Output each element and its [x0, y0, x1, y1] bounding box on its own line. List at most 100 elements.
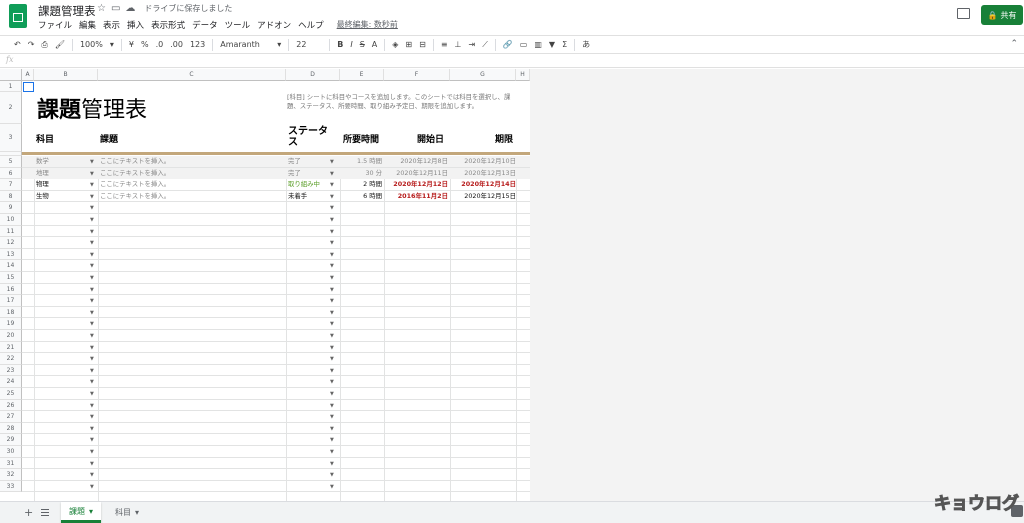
cell-subject[interactable]: 数学: [36, 156, 49, 167]
subject-dropdown-icon[interactable]: ▼: [90, 414, 94, 420]
status-dropdown-icon[interactable]: ▼: [330, 437, 334, 443]
row-header[interactable]: 12: [0, 237, 22, 249]
subject-dropdown-icon[interactable]: ▼: [90, 426, 94, 432]
insert-link-icon[interactable]: 🔗: [503, 40, 513, 49]
strikethrough-button[interactable]: S: [360, 40, 365, 49]
tab-subjects[interactable]: 科目 ▾: [107, 502, 147, 523]
cell-status[interactable]: 完了: [288, 168, 301, 179]
menu-insert[interactable]: 挿入: [127, 19, 151, 31]
sheets-logo-icon[interactable]: [9, 4, 27, 28]
subject-dropdown-icon[interactable]: ▼: [90, 345, 94, 351]
italic-button[interactable]: I: [350, 40, 352, 49]
subject-dropdown-icon[interactable]: ▼: [90, 484, 94, 490]
insert-chart-icon[interactable]: ▥: [534, 40, 542, 49]
zoom-select[interactable]: 100%: [80, 40, 103, 49]
chevron-down-icon[interactable]: ▾: [277, 40, 281, 49]
status-dropdown-icon[interactable]: ▼: [330, 368, 334, 374]
selected-cell-a1[interactable]: [23, 82, 34, 92]
menu-file[interactable]: ファイル: [38, 19, 79, 31]
row-header[interactable]: 16: [0, 283, 22, 296]
status-dropdown-icon[interactable]: ▼: [330, 345, 334, 351]
cell-start[interactable]: 2016年11月2日: [384, 191, 448, 202]
column-header-e[interactable]: E: [340, 69, 384, 81]
status-dropdown-icon[interactable]: ▼: [330, 275, 334, 281]
row-header[interactable]: 29: [0, 434, 22, 446]
row-header[interactable]: 33: [0, 480, 22, 493]
status-dropdown-icon[interactable]: ▼: [330, 287, 334, 293]
redo-icon[interactable]: ↷: [28, 40, 35, 49]
row-header[interactable]: 15: [0, 272, 22, 284]
cell-start[interactable]: 2020年12月11日: [384, 168, 448, 179]
cell-time[interactable]: 2 時間: [340, 179, 382, 190]
cell-status[interactable]: 完了: [288, 156, 301, 167]
status-dropdown-icon[interactable]: ▼: [330, 461, 334, 467]
chevron-down-icon[interactable]: ▾: [135, 508, 139, 517]
status-dropdown-icon[interactable]: ▼: [330, 472, 334, 478]
subject-dropdown-icon[interactable]: ▼: [90, 449, 94, 455]
subject-dropdown-icon[interactable]: ▼: [90, 391, 94, 397]
status-dropdown-icon[interactable]: ▼: [330, 333, 334, 339]
row-header[interactable]: 11: [0, 225, 22, 238]
row-header[interactable]: 5: [0, 156, 22, 168]
cell-start[interactable]: 2020年12月8日: [384, 156, 448, 167]
subject-dropdown-icon[interactable]: ▼: [90, 275, 94, 281]
cell-time[interactable]: 30 分: [340, 168, 382, 179]
cell-task[interactable]: ここにテキストを挿入。: [100, 179, 170, 190]
status-dropdown-icon[interactable]: ▼: [330, 252, 334, 258]
horizontal-align-icon[interactable]: ≡: [441, 40, 448, 49]
status-dropdown-icon[interactable]: ▼: [330, 205, 334, 211]
fill-color-icon[interactable]: ◈: [392, 40, 398, 49]
status-dropdown-icon[interactable]: ▼: [330, 379, 334, 385]
text-wrap-icon[interactable]: ⇥: [469, 40, 476, 49]
collapse-toolbar-icon[interactable]: ⌃: [1010, 39, 1018, 49]
cell-due[interactable]: 2020年12月15日: [450, 191, 516, 202]
cell-subject[interactable]: 地理: [36, 168, 49, 179]
status-dropdown-icon[interactable]: ▼: [330, 310, 334, 316]
row-header[interactable]: 25: [0, 388, 22, 400]
move-folder-icon[interactable]: ▭: [111, 3, 120, 14]
cell-task[interactable]: ここにテキストを挿入。: [100, 191, 170, 202]
last-edit-link[interactable]: 最終編集: 数秒前: [337, 19, 405, 31]
cell-time[interactable]: 6 時間: [340, 191, 382, 202]
row-header[interactable]: 24: [0, 376, 22, 388]
subject-dropdown-icon[interactable]: ▼: [90, 437, 94, 443]
subject-dropdown-icon[interactable]: ▼: [90, 229, 94, 235]
status-dropdown-icon[interactable]: ▼: [330, 414, 334, 420]
column-header-f[interactable]: F: [384, 69, 450, 81]
functions-icon[interactable]: Σ: [562, 40, 567, 49]
subject-dropdown-icon[interactable]: ▼: [90, 159, 94, 165]
subject-dropdown-icon[interactable]: ▼: [90, 171, 94, 177]
row-header[interactable]: 8: [0, 190, 22, 203]
subject-dropdown-icon[interactable]: ▼: [90, 287, 94, 293]
add-sheet-icon[interactable]: +: [24, 506, 33, 519]
row-header[interactable]: 6: [0, 167, 22, 180]
menu-view[interactable]: 表示: [103, 19, 127, 31]
cell-task[interactable]: ここにテキストを挿入。: [100, 156, 170, 167]
column-header-h[interactable]: H: [516, 69, 530, 81]
subject-dropdown-icon[interactable]: ▼: [90, 310, 94, 316]
chevron-down-icon[interactable]: ▾: [110, 40, 114, 49]
subject-dropdown-icon[interactable]: ▼: [90, 182, 94, 188]
status-dropdown-icon[interactable]: ▼: [330, 321, 334, 327]
bold-button[interactable]: B: [337, 40, 343, 49]
row-header[interactable]: 26: [0, 399, 22, 412]
formula-bar[interactable]: fx: [0, 55, 1024, 68]
subject-dropdown-icon[interactable]: ▼: [90, 472, 94, 478]
status-dropdown-icon[interactable]: ▼: [330, 449, 334, 455]
decrease-decimal-button[interactable]: .0: [156, 40, 164, 49]
cell-due[interactable]: 2020年12月14日: [450, 179, 516, 190]
status-dropdown-icon[interactable]: ▼: [330, 217, 334, 223]
percent-format-button[interactable]: %: [141, 40, 149, 49]
cell-subject[interactable]: 生物: [36, 191, 49, 202]
subject-dropdown-icon[interactable]: ▼: [90, 194, 94, 200]
share-button[interactable]: 🔒 共有: [981, 5, 1023, 25]
row-header[interactable]: 19: [0, 318, 22, 330]
sheet-grid[interactable]: A B C D E F G H 1 2 3 5 6 7 8 9 10 11 12 13 14 15 1…: [0, 69, 530, 501]
status-dropdown-icon[interactable]: ▼: [330, 484, 334, 490]
subject-dropdown-icon[interactable]: ▼: [90, 379, 94, 385]
column-header-g[interactable]: G: [450, 69, 516, 81]
row-header[interactable]: 14: [0, 260, 22, 272]
comment-history-icon[interactable]: [957, 8, 970, 19]
subject-dropdown-icon[interactable]: ▼: [90, 205, 94, 211]
currency-format-button[interactable]: ¥: [129, 40, 134, 49]
